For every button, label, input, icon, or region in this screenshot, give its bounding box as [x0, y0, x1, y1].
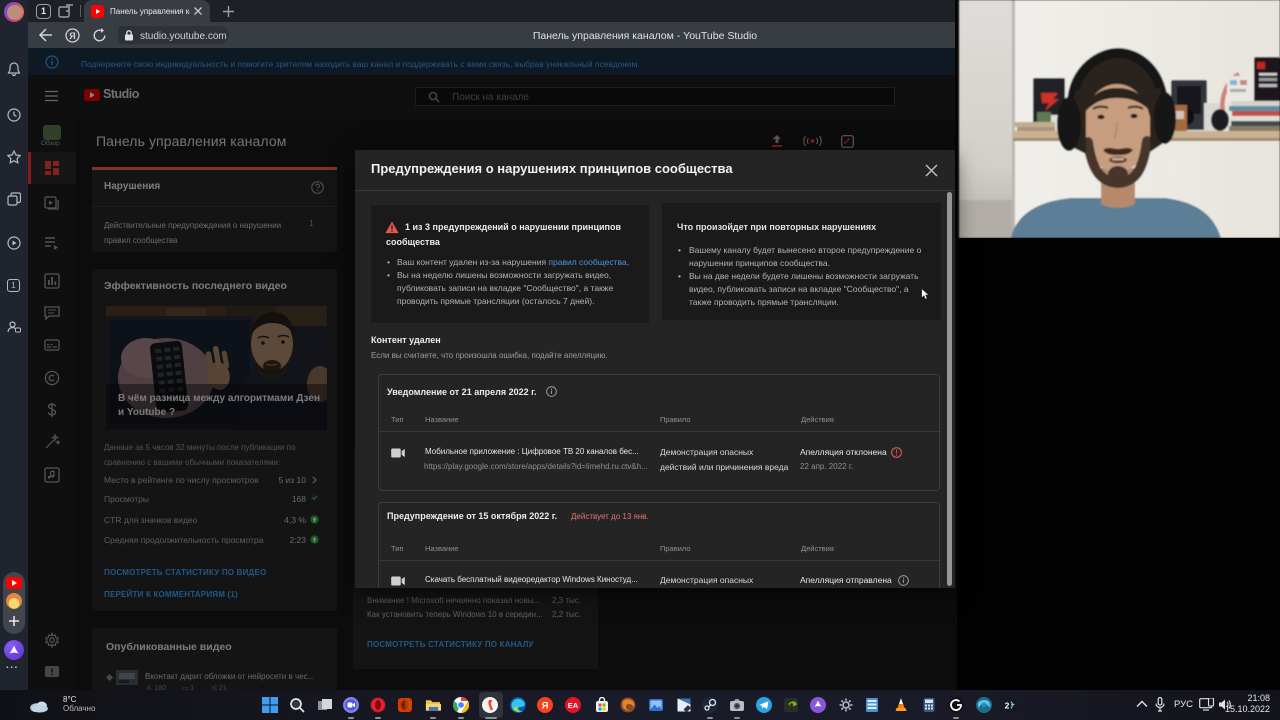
svg-text:Я: Я	[69, 31, 75, 41]
svg-text:2: 2	[1005, 701, 1010, 711]
svg-text:EA: EA	[568, 701, 579, 710]
svg-text:Я: Я	[542, 701, 549, 712]
